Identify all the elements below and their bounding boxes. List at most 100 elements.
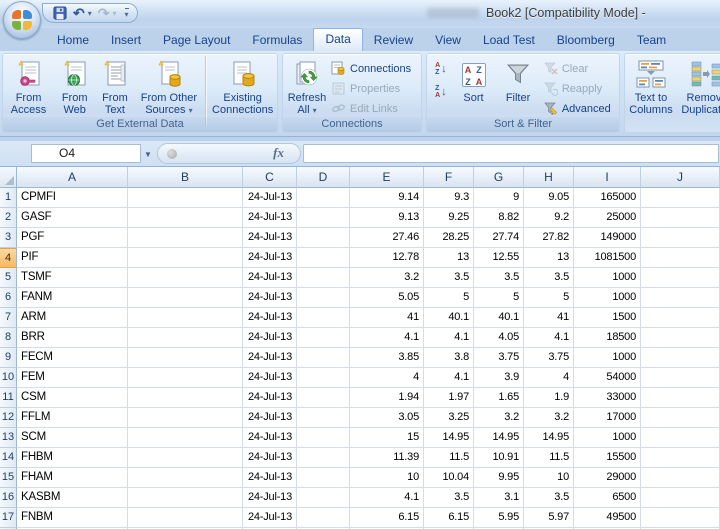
cell[interactable]: 24-Jul-13 xyxy=(243,228,297,248)
sort-z-to-a-button[interactable]: ZA↓ xyxy=(435,83,447,100)
cell[interactable] xyxy=(128,268,243,288)
cell[interactable]: PIF xyxy=(17,248,128,268)
cell[interactable]: ARM xyxy=(17,308,128,328)
cell[interactable] xyxy=(297,448,350,468)
cell[interactable]: 5 xyxy=(424,288,474,308)
cell[interactable]: 13 xyxy=(424,248,474,268)
cell[interactable]: 4.1 xyxy=(524,328,574,348)
cell[interactable]: 11.5 xyxy=(524,448,574,468)
cell[interactable]: 3.75 xyxy=(524,348,574,368)
cell[interactable]: 1000 xyxy=(574,348,641,368)
cell[interactable]: 54000 xyxy=(574,368,641,388)
cell[interactable]: BRR xyxy=(17,328,128,348)
cell[interactable]: 1.65 xyxy=(474,388,524,408)
cell[interactable] xyxy=(297,368,350,388)
cell[interactable]: 3.05 xyxy=(350,408,424,428)
tab-home[interactable]: Home xyxy=(46,29,100,51)
cell[interactable]: SCM xyxy=(17,428,128,448)
cell[interactable]: 4.05 xyxy=(474,328,524,348)
tab-view[interactable]: View xyxy=(424,29,472,51)
cell[interactable]: 27.74 xyxy=(474,228,524,248)
column-header-H[interactable]: H xyxy=(524,167,574,188)
cell[interactable]: 24-Jul-13 xyxy=(243,388,297,408)
cell[interactable]: 13 xyxy=(524,248,574,268)
cell[interactable]: 10 xyxy=(524,468,574,488)
cell[interactable]: 8.82 xyxy=(474,208,524,228)
cell[interactable]: 17000 xyxy=(574,408,641,428)
cell[interactable] xyxy=(297,328,350,348)
cell[interactable] xyxy=(297,208,350,228)
cell[interactable]: 1000 xyxy=(574,288,641,308)
cell[interactable]: 24-Jul-13 xyxy=(243,308,297,328)
cell[interactable] xyxy=(128,308,243,328)
cell[interactable] xyxy=(641,468,720,488)
undo-icon[interactable]: ↶ xyxy=(73,6,85,20)
cell[interactable]: 4.1 xyxy=(424,368,474,388)
cell[interactable] xyxy=(297,408,350,428)
from-web-button[interactable]: From Web xyxy=(54,56,95,116)
cell[interactable] xyxy=(128,188,243,208)
cell[interactable]: 5 xyxy=(474,288,524,308)
cell[interactable]: FFLM xyxy=(17,408,128,428)
cell[interactable] xyxy=(641,348,720,368)
connections-button[interactable]: Connections xyxy=(331,60,419,77)
cell[interactable]: 29000 xyxy=(574,468,641,488)
row-header-14[interactable]: 14 xyxy=(0,448,17,468)
name-box[interactable]: O4 xyxy=(31,144,141,163)
cell[interactable]: 9.14 xyxy=(350,188,424,208)
column-header-G[interactable]: G xyxy=(474,167,524,188)
cell[interactable] xyxy=(128,428,243,448)
cell[interactable]: 5.95 xyxy=(474,508,524,528)
cell[interactable]: 3.8 xyxy=(424,348,474,368)
cell[interactable]: 3.85 xyxy=(350,348,424,368)
refresh-all-button[interactable]: Refresh All ▾ xyxy=(283,56,331,117)
cell[interactable]: 15 xyxy=(350,428,424,448)
cell[interactable] xyxy=(641,488,720,508)
cell[interactable]: 27.46 xyxy=(350,228,424,248)
from-other-sources-button[interactable]: From Other Sources ▾ xyxy=(135,56,204,117)
cell[interactable]: 5.97 xyxy=(524,508,574,528)
cell[interactable] xyxy=(297,308,350,328)
cell[interactable]: 12.78 xyxy=(350,248,424,268)
cell[interactable]: 1000 xyxy=(574,428,641,448)
cell[interactable] xyxy=(641,248,720,268)
cell[interactable] xyxy=(297,228,350,248)
column-header-I[interactable]: I xyxy=(574,167,641,188)
tab-page-layout[interactable]: Page Layout xyxy=(152,29,241,51)
cell[interactable]: 24-Jul-13 xyxy=(243,188,297,208)
row-header-6[interactable]: 6 xyxy=(0,288,17,308)
cell[interactable]: 3.25 xyxy=(424,408,474,428)
cell[interactable] xyxy=(641,408,720,428)
cell[interactable]: 4 xyxy=(524,368,574,388)
cell[interactable] xyxy=(128,248,243,268)
tab-load-test[interactable]: Load Test xyxy=(472,29,546,51)
cell[interactable] xyxy=(641,328,720,348)
cell[interactable] xyxy=(297,388,350,408)
cell[interactable] xyxy=(297,348,350,368)
column-header-F[interactable]: F xyxy=(424,167,474,188)
tab-insert[interactable]: Insert xyxy=(100,29,152,51)
cell[interactable]: 24-Jul-13 xyxy=(243,268,297,288)
row-header-2[interactable]: 2 xyxy=(0,208,17,228)
select-all-button[interactable] xyxy=(0,167,17,188)
cell[interactable] xyxy=(297,268,350,288)
row-header-4[interactable]: 4 xyxy=(0,248,17,268)
row-header-15[interactable]: 15 xyxy=(0,468,17,488)
cell[interactable] xyxy=(641,188,720,208)
cell[interactable] xyxy=(641,448,720,468)
cell[interactable]: FNBM xyxy=(17,508,128,528)
cell[interactable] xyxy=(128,408,243,428)
sort-button[interactable]: AZZA Sort xyxy=(455,56,493,104)
office-button[interactable] xyxy=(3,1,41,39)
cell[interactable]: 1500 xyxy=(574,308,641,328)
undo-dropdown-icon[interactable]: ▾ xyxy=(88,9,92,18)
cell[interactable]: 24-Jul-13 xyxy=(243,408,297,428)
cell[interactable]: 24-Jul-13 xyxy=(243,468,297,488)
cell[interactable]: 4.1 xyxy=(350,488,424,508)
row-header-1[interactable]: 1 xyxy=(0,188,17,208)
cell[interactable]: 3.5 xyxy=(524,268,574,288)
tab-bloomberg[interactable]: Bloomberg xyxy=(546,29,626,51)
tab-formulas[interactable]: Formulas xyxy=(241,29,313,51)
cell[interactable]: 27.82 xyxy=(524,228,574,248)
row-header-8[interactable]: 8 xyxy=(0,328,17,348)
